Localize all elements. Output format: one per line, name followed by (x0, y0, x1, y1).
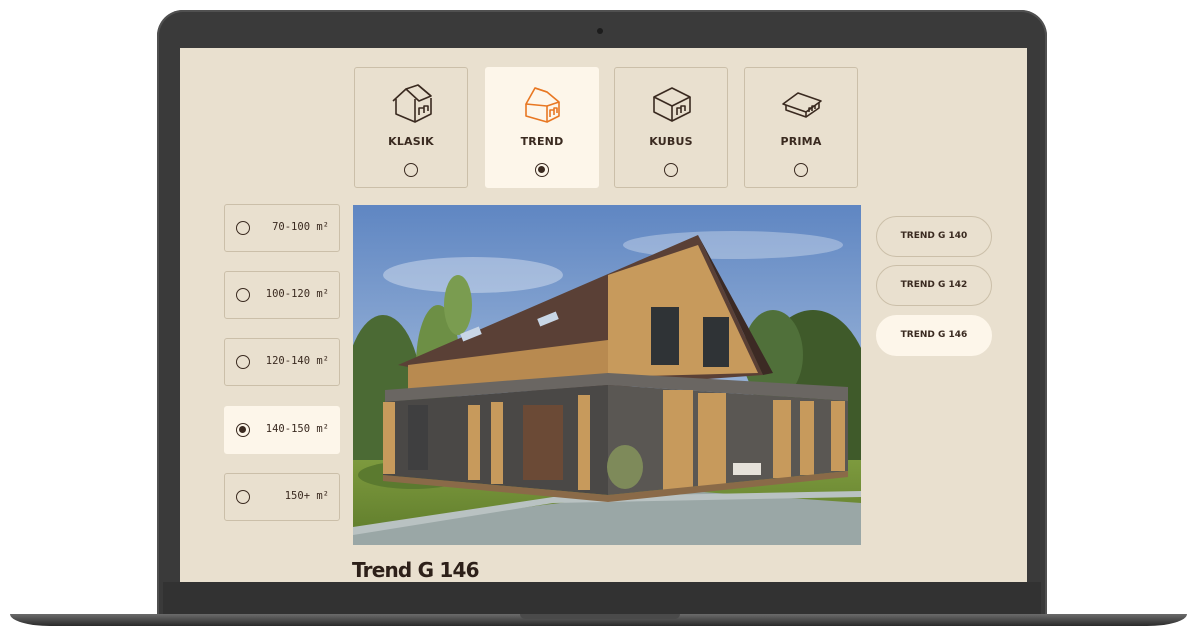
size-radio[interactable] (236, 221, 250, 235)
type-radio[interactable] (535, 163, 549, 177)
laptop-chin (163, 582, 1041, 616)
size-label: 120-140 m² (265, 355, 329, 367)
type-label: PRIMA (780, 135, 822, 148)
size-option-140-150[interactable]: 140-150 m² (224, 406, 340, 454)
model-pill-trend-g-142[interactable]: TREND G 142 (876, 265, 992, 306)
size-option-150-plus[interactable]: 150+ m² (224, 473, 340, 521)
laptop-notch (520, 614, 680, 619)
type-card-trend[interactable]: TREND (485, 67, 599, 188)
type-card-kubus[interactable]: KUBUS (614, 67, 728, 188)
cube-house-icon (653, 87, 691, 122)
model-pill-trend-g-146[interactable]: TREND G 146 (876, 315, 992, 356)
size-label: 150+ m² (284, 490, 329, 502)
type-radio[interactable] (794, 163, 808, 177)
size-radio[interactable] (236, 423, 250, 437)
type-label: KLASIK (388, 135, 434, 148)
model-pill-trend-g-140[interactable]: TREND G 140 (876, 216, 992, 257)
house-title: Trend G 146 (352, 558, 480, 582)
size-radio[interactable] (236, 288, 250, 302)
app-screen: KLASIK TREND KUBUS PRIMA 70-100 m² 100-1… (180, 48, 1027, 582)
size-option-120-140[interactable]: 120-140 m² (224, 338, 340, 386)
type-card-klasik[interactable]: KLASIK (354, 67, 468, 188)
size-label: 70-100 m² (272, 221, 329, 233)
type-label: KUBUS (649, 135, 693, 148)
type-radio[interactable] (664, 163, 678, 177)
size-label: 100-120 m² (265, 288, 329, 300)
size-option-100-120[interactable]: 100-120 m² (224, 271, 340, 319)
type-radio[interactable] (404, 163, 418, 177)
camera-dot (597, 28, 603, 34)
size-option-70-100[interactable]: 70-100 m² (224, 204, 340, 252)
trend-house-icon (525, 87, 560, 123)
type-card-prima[interactable]: PRIMA (744, 67, 858, 188)
low-roof-house-icon (782, 92, 822, 118)
size-radio[interactable] (236, 490, 250, 504)
size-radio[interactable] (236, 355, 250, 369)
gable-house-icon (392, 84, 432, 123)
house-image (353, 205, 861, 545)
type-label: TREND (520, 135, 564, 148)
size-label: 140-150 m² (265, 423, 329, 435)
